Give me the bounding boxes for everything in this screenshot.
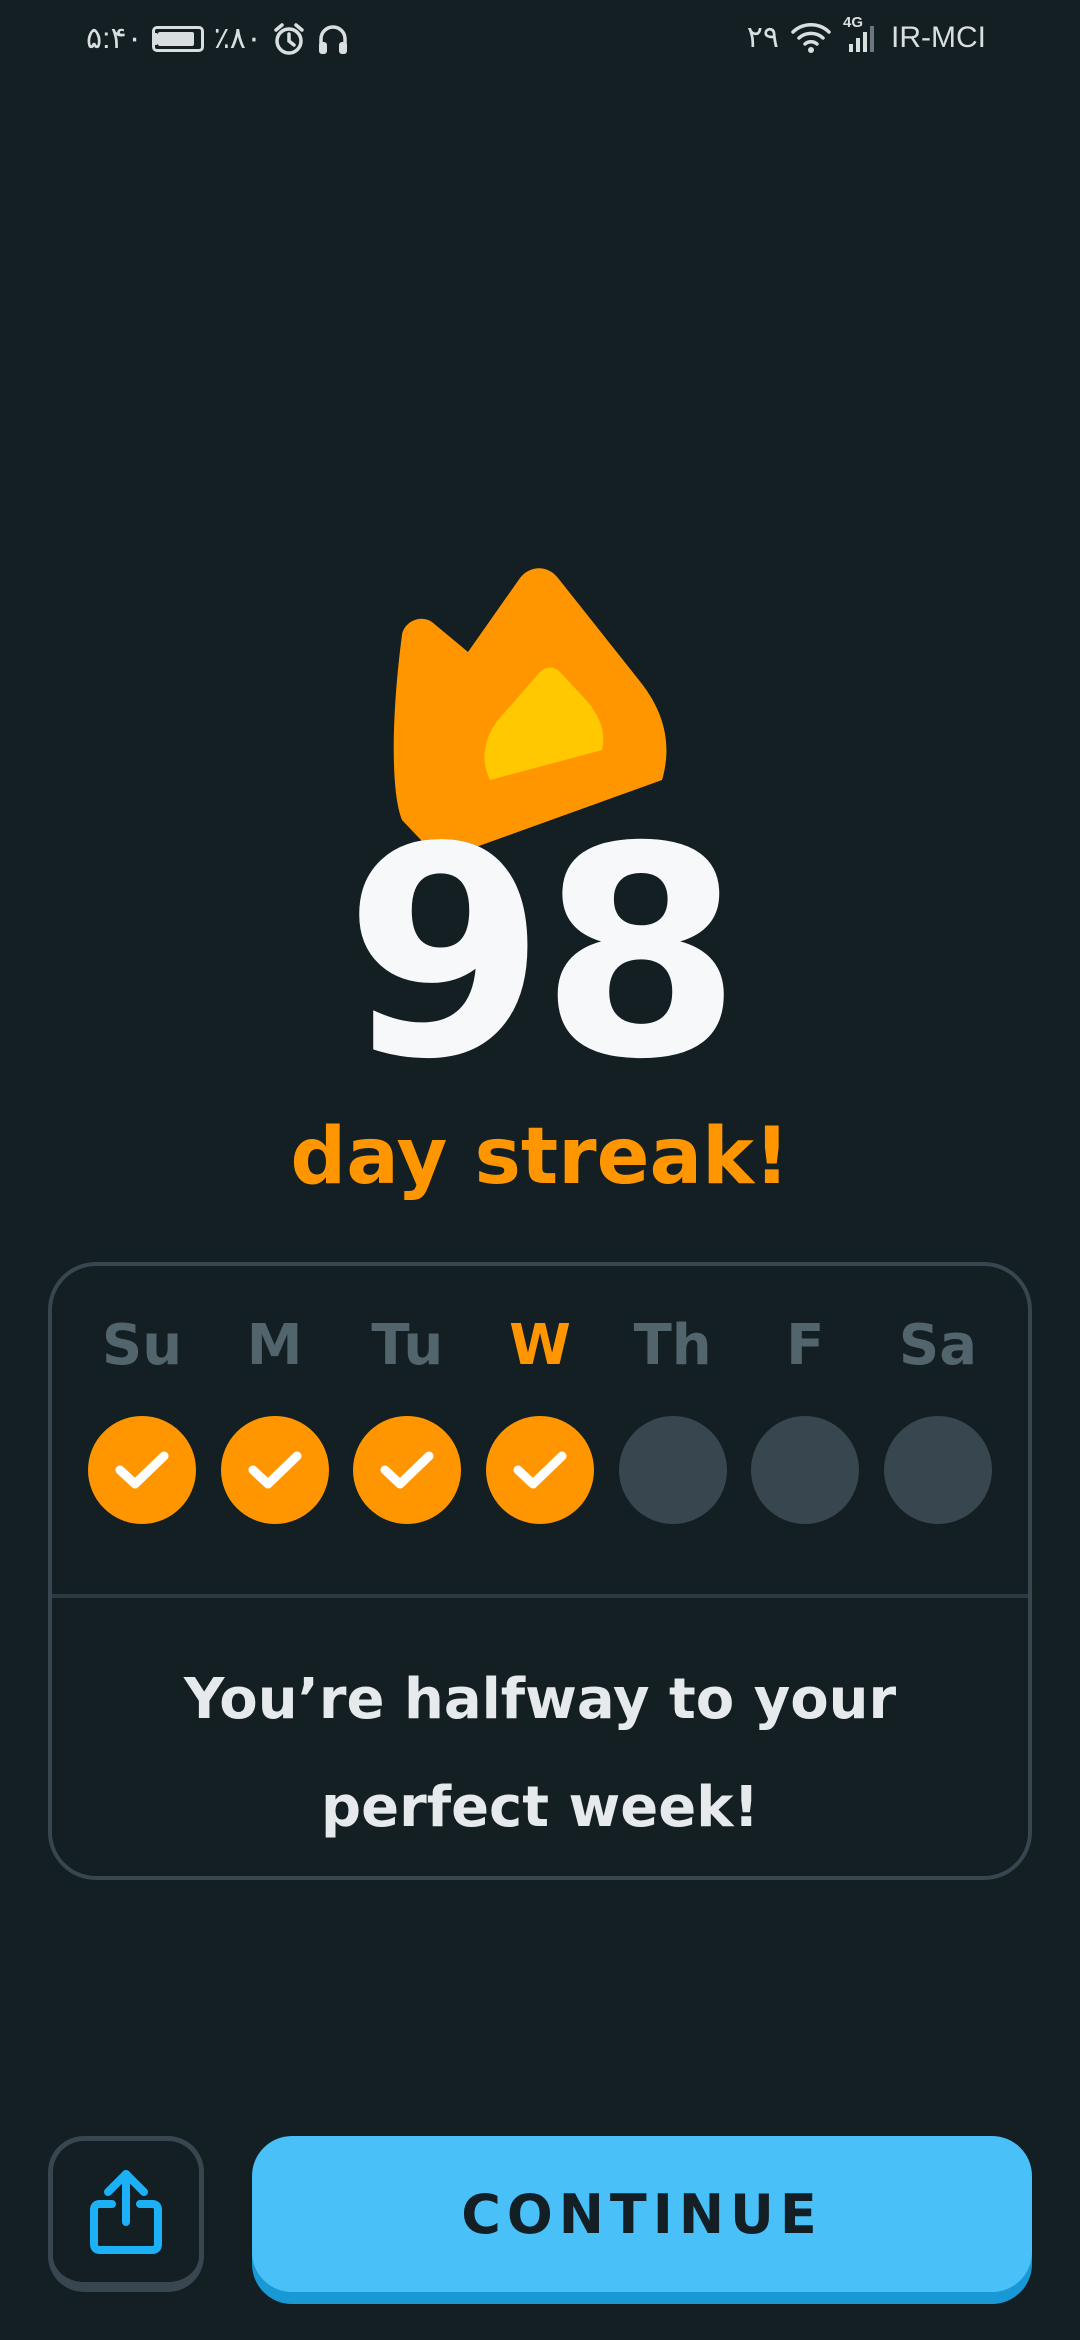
continue-button[interactable]: CONTINUE	[252, 2136, 1032, 2292]
day-labels-row: Su M Tu W Th F Sa	[88, 1318, 992, 1374]
day-label-sunday: Su	[101, 1313, 183, 1378]
day-circle-friday	[751, 1416, 860, 1524]
day-circle-thursday	[618, 1416, 727, 1524]
alarm-icon	[272, 22, 306, 56]
streak-hero: 98	[0, 560, 1080, 1100]
day-label-thursday: Th	[633, 1313, 712, 1378]
checkmark-icon	[115, 1451, 169, 1489]
headphones-icon	[316, 22, 350, 56]
day-circle-wednesday	[485, 1416, 594, 1524]
battery-icon	[151, 26, 204, 52]
day-circle-monday	[220, 1416, 329, 1524]
day-circle-saturday	[883, 1416, 992, 1524]
card-divider	[52, 1594, 1028, 1598]
day-label-tuesday: Tu	[371, 1313, 444, 1378]
wifi-icon	[791, 22, 831, 54]
signal-icon: 4G	[843, 14, 879, 54]
continue-button-label: CONTINUE	[461, 2182, 823, 2246]
status-bar: ۵:۴۰ ٪۸۰ ۲۹ 4G IR-MCI	[0, 0, 1080, 84]
checkmark-icon	[513, 1451, 567, 1489]
day-circle-sunday	[88, 1416, 196, 1524]
checkmark-icon	[380, 1451, 434, 1489]
streak-label: day streak!	[290, 1112, 790, 1202]
day-label-monday: M	[246, 1313, 303, 1378]
share-button[interactable]	[48, 2136, 204, 2292]
perfect-week-message: You’re halfway to your perfect week!	[183, 1667, 897, 1840]
day-label-friday: F	[786, 1313, 825, 1378]
week-streak-card: Su M Tu W Th F Sa You’re halfway to your…	[48, 1262, 1032, 1880]
status-bar-left: ۵:۴۰ ٪۸۰	[86, 22, 350, 56]
day-circles-row	[88, 1416, 992, 1524]
status-date: ۲۹	[746, 21, 780, 54]
status-time: ۵:۴۰	[86, 22, 143, 55]
day-circle-tuesday	[353, 1416, 462, 1524]
network-type: 4G	[843, 14, 864, 31]
status-bar-right: ۲۹ 4G IR-MCI	[746, 14, 986, 54]
streak-count: 98	[344, 786, 742, 1123]
day-label-wednesday: W	[509, 1313, 571, 1378]
carrier-name: IR-MCI	[891, 21, 986, 54]
share-icon	[90, 2169, 162, 2254]
day-label-saturday: Sa	[898, 1313, 977, 1378]
checkmark-icon	[248, 1451, 302, 1489]
battery-percent: ٪۸۰	[213, 22, 263, 55]
